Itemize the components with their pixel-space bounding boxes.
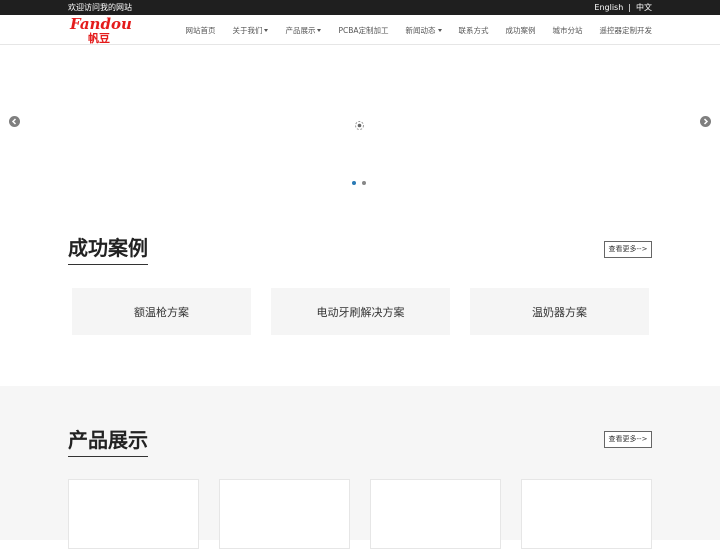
nav-item-label: PCBA定制加工 xyxy=(338,25,389,35)
case-card[interactable]: 温奶器方案 xyxy=(470,288,649,335)
cases-title: 成功案例 xyxy=(68,236,148,265)
nav-item-6[interactable]: 联系方式 xyxy=(459,25,489,36)
loading-spinner-icon xyxy=(354,116,365,130)
caret-down-icon xyxy=(437,28,442,32)
chevron-left-icon xyxy=(11,118,17,125)
nav-item-8[interactable]: 城市分站 xyxy=(553,25,583,36)
nav-item-5[interactable]: 新闻动态 xyxy=(406,25,442,36)
nav-item-label: 新闻动态 xyxy=(405,25,436,35)
language-switcher: English | 中文 xyxy=(594,2,652,13)
banner-dot-2[interactable] xyxy=(362,181,366,185)
banner-pagination xyxy=(352,181,372,185)
nav-item-label: 城市分站 xyxy=(552,25,583,35)
product-card[interactable] xyxy=(219,479,350,549)
banner-dot-1[interactable] xyxy=(352,181,356,185)
site-logo[interactable]: Fandou 帆豆 xyxy=(68,15,148,45)
nav-item-label: 联系方式 xyxy=(458,25,489,35)
products-title: 产品展示 xyxy=(68,428,148,457)
case-card[interactable]: 额温枪方案 xyxy=(72,288,251,335)
lang-separator: | xyxy=(628,3,631,12)
cases-more-button[interactable]: 查看更多--> xyxy=(604,241,652,258)
products-section: 产品展示 查看更多--> xyxy=(0,386,720,549)
nav-item-label: 关于我们 xyxy=(232,25,263,35)
nav-item-2[interactable]: 关于我们 xyxy=(232,25,269,36)
site-header: Fandou 帆豆 网站首页 关于我们 产品展示 PCBA定制加工 新闻动态 联系方式 成功… xyxy=(0,15,720,45)
nav-item-9[interactable]: 遥控器定制开发 xyxy=(600,25,653,36)
case-card[interactable]: 电动牙刷解决方案 xyxy=(271,288,450,335)
banner-next-button[interactable] xyxy=(700,116,711,127)
nav-item-7[interactable]: 成功案例 xyxy=(506,25,536,36)
products-more-button[interactable]: 查看更多--> xyxy=(604,431,652,448)
top-bar: 欢迎访问我的网站 English | 中文 xyxy=(0,0,720,15)
logo-mark: Fandou 帆豆 xyxy=(69,15,132,45)
product-list xyxy=(68,479,672,549)
banner-prev-button[interactable] xyxy=(9,116,20,127)
product-card[interactable] xyxy=(521,479,652,549)
caret-down-icon xyxy=(317,28,322,32)
product-card[interactable] xyxy=(68,479,199,549)
case-card-title: 温奶器方案 xyxy=(532,305,587,319)
nav-item-label: 成功案例 xyxy=(505,25,536,35)
case-card-title: 额温枪方案 xyxy=(134,305,189,319)
chevron-right-icon xyxy=(703,118,709,125)
nav-item-3[interactable]: 产品展示 xyxy=(285,25,322,36)
nav-item-4[interactable]: PCBA定制加工 xyxy=(338,25,388,36)
case-list: 额温枪方案 电动牙刷解决方案 温奶器方案 xyxy=(72,288,669,335)
nav-item-label: 产品展示 xyxy=(285,25,316,35)
welcome-text: 欢迎访问我的网站 xyxy=(68,3,132,12)
logo-chinese: 帆豆 xyxy=(88,31,110,45)
nav-item-label: 网站首页 xyxy=(185,25,216,35)
case-card-title: 电动牙刷解决方案 xyxy=(316,305,405,319)
lang-english-link[interactable]: English xyxy=(594,2,623,13)
logo-word: Fandou xyxy=(69,15,132,33)
nav-item-label: 遥控器定制开发 xyxy=(599,25,653,35)
main-nav: 网站首页 关于我们 产品展示 PCBA定制加工 新闻动态 联系方式 成功案例 城市分站 遥控器定… xyxy=(168,15,652,45)
banner-slider xyxy=(0,46,720,206)
cases-section: 成功案例 查看更多--> 额温枪方案 电动牙刷解决方案 温奶器方案 xyxy=(0,206,720,386)
nav-item-1[interactable]: 网站首页 xyxy=(185,25,215,36)
lang-chinese-link[interactable]: 中文 xyxy=(636,2,652,13)
caret-down-icon xyxy=(264,28,269,32)
product-card[interactable] xyxy=(370,479,501,549)
